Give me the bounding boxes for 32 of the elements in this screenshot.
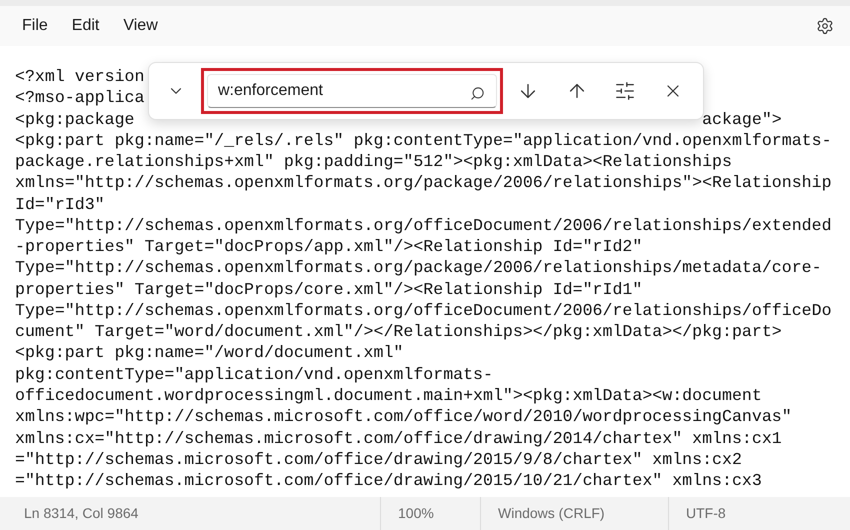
- status-text: 100%: [398, 504, 434, 523]
- menu-item[interactable]: View: [113, 10, 168, 42]
- status-text: UTF-8: [686, 504, 726, 523]
- code-line: xmlns="http://schemas.openxmlformats.org/package/2006/relationships"><Relationship: [15, 172, 832, 194]
- code-line: ="http://schemas.microsoft.com/office/drawing/2015/9/8/chartex" xmlns:cx2: [15, 448, 742, 470]
- status-text: Ln 8314, Col 9864: [24, 504, 138, 523]
- code-line: <?xml version: [15, 66, 144, 88]
- sliders-icon[interactable]: [614, 80, 636, 102]
- menu-item[interactable]: Edit: [62, 10, 110, 42]
- code-line: Type="http://schemas.openxmlformats.org/officeDocument/2006/relationships/officeDo: [15, 300, 832, 322]
- code-line: <pkg:part pkg:name="/_rels/.rels" pkg:contentType="application/vnd.openxmlformats-: [15, 130, 832, 152]
- code-line: cument" Target="word/document.xml"/></Relationships></pkg:xmlData></pkg:part>: [15, 321, 782, 342]
- code-line: <pkg:part pkg:name="/word/document.xml": [15, 342, 404, 364]
- code-line: -properties" Target="docProps/app.xml"/><Relationship Id="rId2": [15, 236, 642, 258]
- code-line: Type="http://schemas.openxmlformats.org/officeDocument/2006/relationships/extended: [15, 214, 832, 236]
- code-line: xmlns:wpc="http://schemas.microsoft.com/office/word/2010/wordprocessingCanvas": [15, 406, 792, 428]
- code-line: xmlns:cx="http://schemas.microsoft.com/office/drawing/2014/chartex" xmlns:cx1: [15, 428, 782, 449]
- status-text: Windows (CRLF): [498, 504, 605, 523]
- code-line: properties" Target="docProps/core.xml"/><Relationship Id="rId1": [15, 278, 642, 300]
- menu-item[interactable]: File: [12, 10, 58, 42]
- code-line: ="http://schemas.microsoft.com/office/drawing/2015/10/21/chartex" xmlns:cx3: [15, 470, 762, 492]
- code-line: pkg:contentType="application/vnd.openxmlformats-: [15, 364, 493, 385]
- settings-icon[interactable]: [816, 17, 834, 35]
- code-line: ackage">: [702, 108, 782, 130]
- code-line: officedocument.wordprocessingml.document.main+xml"><pkg:xmlData><w:document: [15, 384, 762, 406]
- code-line: package.relationships+xml" pkg:padding="512"><pkg:xmlData><Relationships: [15, 151, 732, 172]
- code-line: Type="http://schemas.openxmlformats.org/package/2006/relationships/metadata/core-: [15, 257, 822, 279]
- search-field[interactable]: w:enforcement: [207, 74, 497, 108]
- code-line: <?mso-applica: [15, 87, 144, 109]
- code-line: Id="rId3": [15, 194, 105, 215]
- code-line: <pkg:package: [15, 108, 134, 130]
- search-icon[interactable]: [470, 86, 485, 101]
